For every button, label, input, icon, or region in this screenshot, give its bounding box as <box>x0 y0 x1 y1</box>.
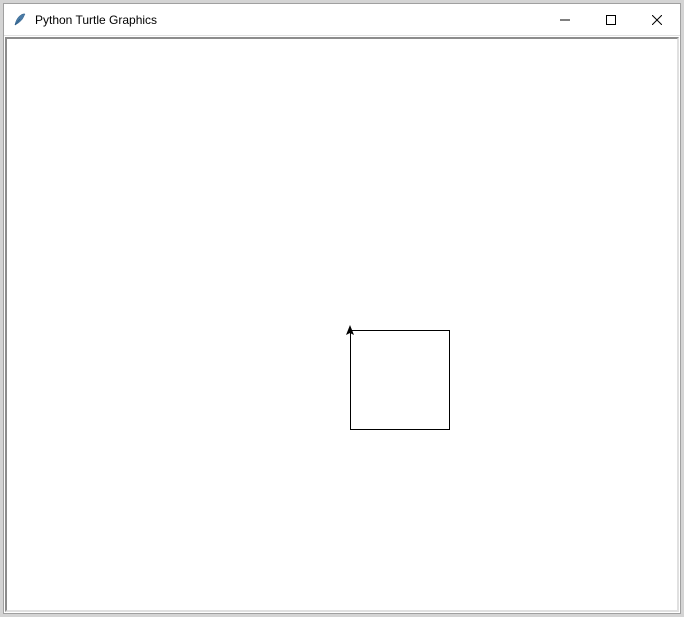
turtle-canvas <box>5 37 679 612</box>
minimize-button[interactable] <box>542 4 588 35</box>
feather-icon <box>12 12 28 28</box>
maximize-button[interactable] <box>588 4 634 35</box>
turtle-arrow-icon <box>344 325 356 337</box>
close-button[interactable] <box>634 4 680 35</box>
close-icon <box>652 15 662 25</box>
minimize-icon <box>560 15 570 25</box>
turtle-cursor <box>344 324 356 342</box>
maximize-icon <box>606 15 616 25</box>
titlebar[interactable]: Python Turtle Graphics <box>4 4 680 36</box>
drawn-square <box>350 330 450 430</box>
window-title: Python Turtle Graphics <box>35 13 542 27</box>
application-window: Python Turtle Graphics <box>3 3 681 614</box>
window-controls <box>542 4 680 35</box>
